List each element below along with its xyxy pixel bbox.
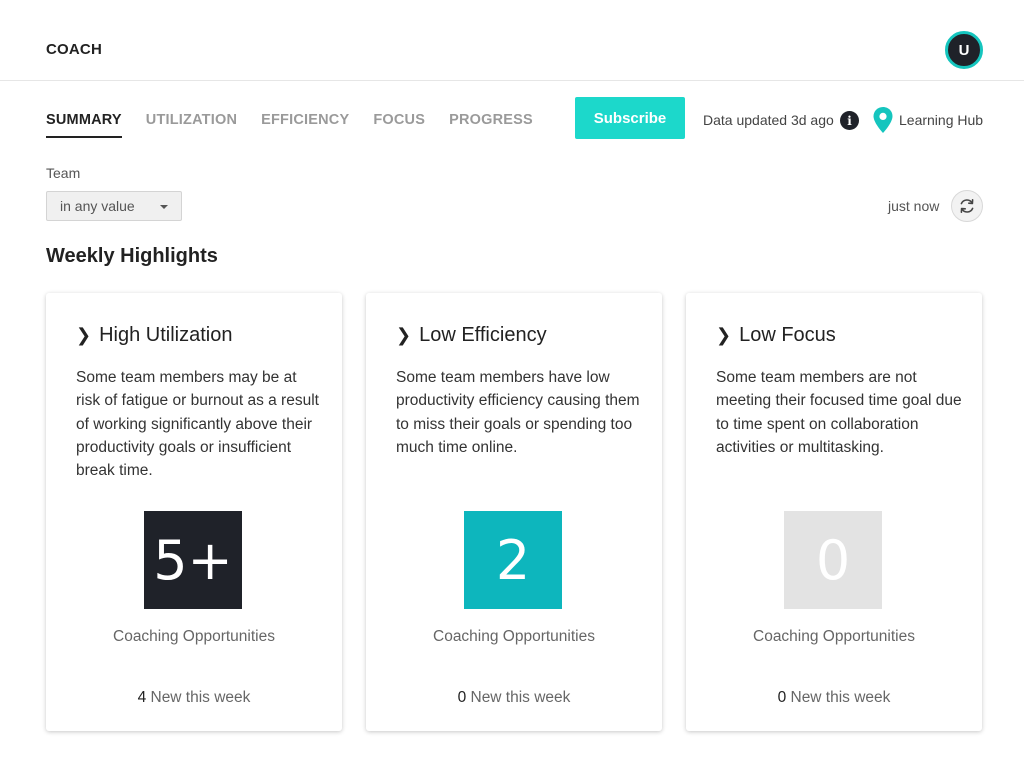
card-low-efficiency: ❯ Low Efficiency Some team members have … bbox=[366, 293, 662, 731]
coaching-count-box: 2 bbox=[464, 511, 562, 609]
info-icon[interactable]: i bbox=[840, 111, 859, 130]
subscribe-button[interactable]: Subscribe bbox=[575, 97, 685, 139]
chevron-right-icon: ❯ bbox=[716, 325, 732, 346]
new-count: 0 bbox=[777, 689, 787, 706]
tab-efficiency[interactable]: EFFICIENCY bbox=[261, 112, 349, 138]
card-title-link[interactable]: ❯ Low Focus bbox=[716, 324, 836, 347]
coaching-opportunities-label: Coaching Opportunities bbox=[753, 628, 915, 645]
coaching-count-box: 0 bbox=[784, 511, 882, 609]
new-suffix: New this week bbox=[466, 689, 571, 706]
card-high-utilization: ❯ High Utilization Some team members may… bbox=[46, 293, 342, 731]
new-this-week: 0 New this week bbox=[366, 689, 662, 707]
tab-progress[interactable]: PROGRESS bbox=[449, 112, 533, 138]
data-updated-text: Data updated 3d ago bbox=[703, 112, 834, 128]
coaching-opportunities-label: Coaching Opportunities bbox=[433, 628, 595, 645]
learning-hub-link[interactable]: Learning Hub bbox=[899, 112, 983, 128]
new-count: 4 bbox=[137, 689, 147, 706]
team-select[interactable]: in any value bbox=[46, 191, 182, 221]
team-select-value: in any value bbox=[60, 198, 135, 214]
app-title: COACH bbox=[46, 41, 102, 58]
card-title: Low Efficiency bbox=[419, 324, 547, 346]
card-title-link[interactable]: ❯ High Utilization bbox=[76, 324, 232, 347]
caret-down-icon bbox=[160, 205, 168, 209]
card-description: Some team members may be at risk of fati… bbox=[76, 369, 319, 480]
card-title: Low Focus bbox=[739, 324, 836, 346]
new-count: 0 bbox=[457, 689, 467, 706]
card-low-focus: ❯ Low Focus Some team members are not me… bbox=[686, 293, 982, 731]
card-description: Some team members have low productivity … bbox=[396, 369, 640, 456]
last-refresh-text: just now bbox=[888, 198, 940, 214]
card-title: High Utilization bbox=[99, 324, 233, 346]
new-this-week: 0 New this week bbox=[686, 689, 982, 707]
top-bar: COACH U bbox=[0, 0, 1024, 81]
team-filter-label: Team bbox=[46, 165, 81, 181]
tab-focus[interactable]: FOCUS bbox=[373, 112, 425, 138]
weekly-highlights-title: Weekly Highlights bbox=[46, 245, 218, 267]
chevron-right-icon: ❯ bbox=[396, 325, 412, 346]
tab-utilization[interactable]: UTILIZATION bbox=[146, 112, 237, 138]
new-suffix: New this week bbox=[786, 689, 891, 706]
coaching-opportunities-label: Coaching Opportunities bbox=[113, 628, 275, 645]
chevron-right-icon: ❯ bbox=[76, 325, 92, 346]
new-suffix: New this week bbox=[146, 689, 251, 706]
coaching-count-box: 5+ bbox=[144, 511, 242, 609]
card-title-link[interactable]: ❯ Low Efficiency bbox=[396, 324, 547, 347]
location-pin-icon bbox=[873, 107, 893, 133]
nav-tabs: SUMMARY UTILIZATION EFFICIENCY FOCUS PRO… bbox=[46, 112, 557, 138]
user-avatar[interactable]: U bbox=[945, 31, 983, 69]
card-description: Some team members are not meeting their … bbox=[716, 369, 962, 456]
refresh-icon bbox=[960, 198, 974, 213]
refresh-button[interactable] bbox=[951, 190, 983, 222]
new-this-week: 4 New this week bbox=[46, 689, 342, 707]
tab-summary[interactable]: SUMMARY bbox=[46, 112, 122, 138]
